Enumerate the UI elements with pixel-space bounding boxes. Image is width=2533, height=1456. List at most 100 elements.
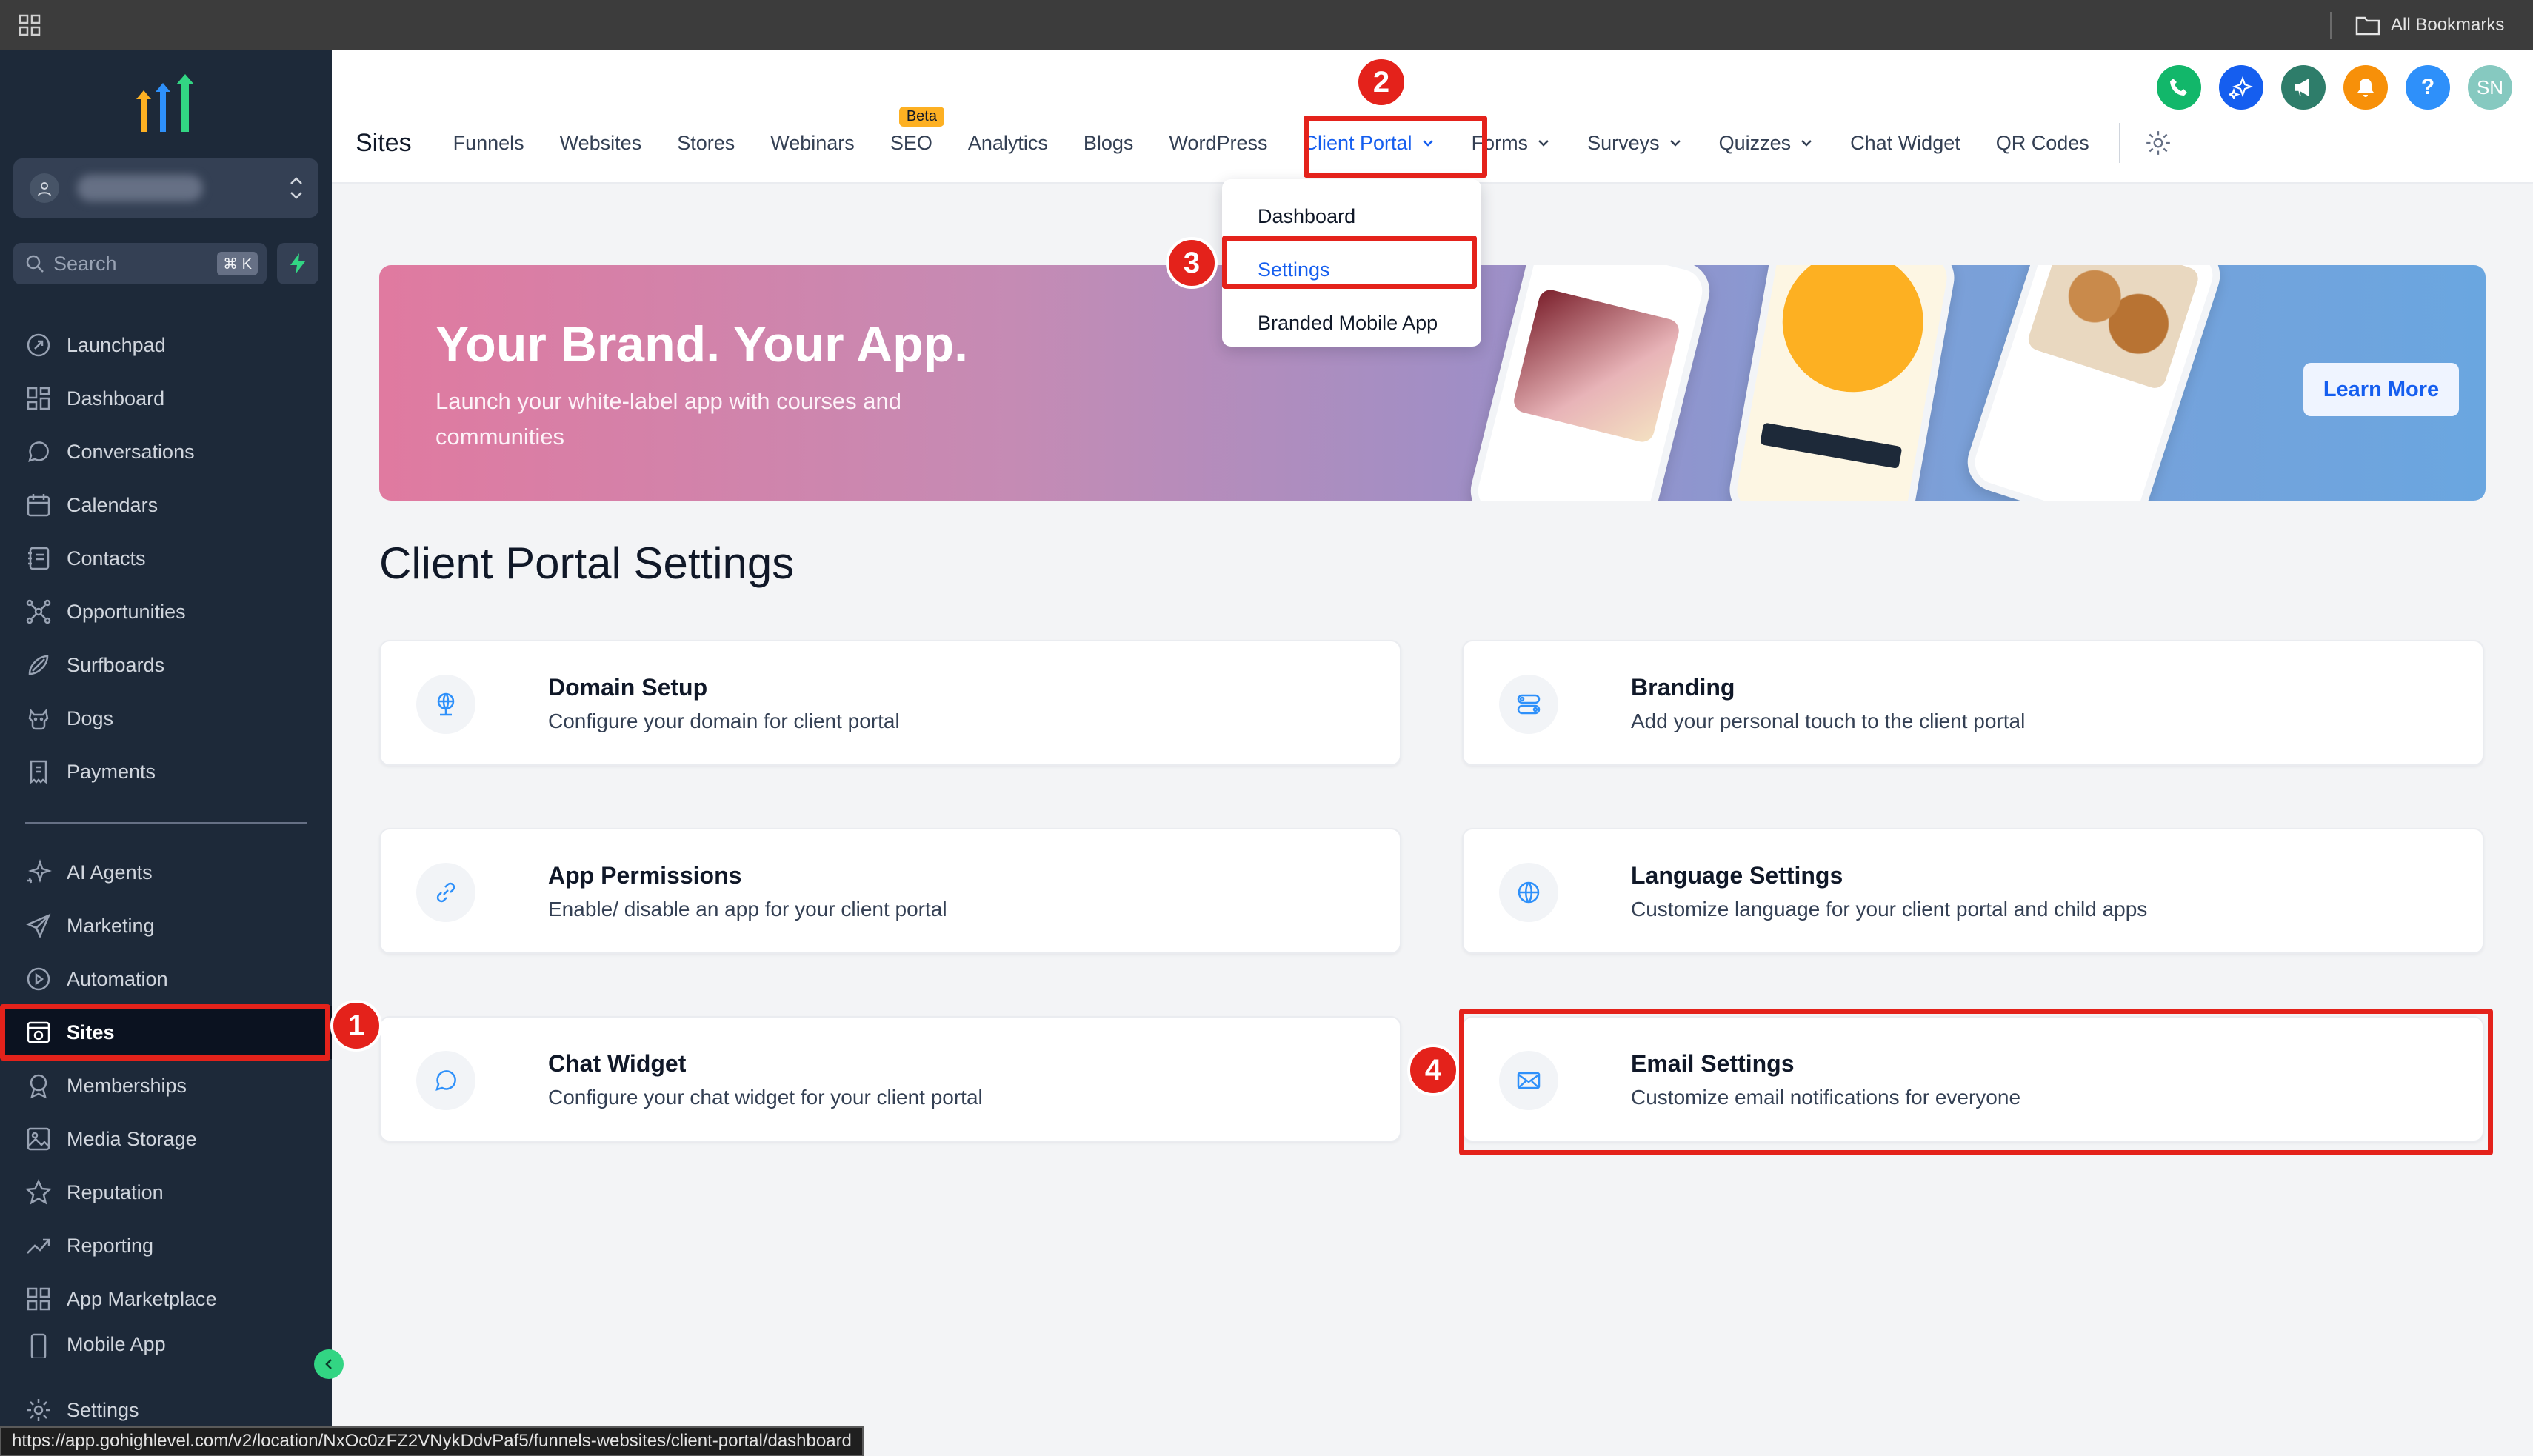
- phone-mockup-bagels: [1960, 265, 2228, 501]
- page-section-title: Sites: [356, 128, 412, 157]
- tab-websites[interactable]: Websites: [560, 132, 642, 155]
- step-badge-4: 4: [1407, 1044, 1459, 1096]
- tab-blogs[interactable]: Blogs: [1084, 132, 1134, 155]
- all-bookmarks-button[interactable]: All Bookmarks: [2355, 10, 2504, 40]
- sidebar-item-label: Contacts: [67, 547, 146, 570]
- send-icon: [25, 913, 51, 939]
- grid-icon: [27, 387, 50, 410]
- sidebar-item-dogs[interactable]: Dogs: [0, 692, 332, 745]
- card-chat-widget[interactable]: Chat Widget Configure your chat widget f…: [379, 1016, 1401, 1142]
- folder-icon: [2355, 16, 2380, 36]
- user-avatar[interactable]: SN: [2468, 65, 2512, 110]
- card-description: Enable/ disable an app for your client p…: [548, 898, 947, 921]
- sidebar-item-contacts[interactable]: Contacts: [0, 532, 332, 585]
- tab-label: Quizzes: [1718, 131, 1792, 154]
- sidebar-item-launchpad[interactable]: Launchpad: [0, 318, 332, 372]
- gear-icon[interactable]: [2144, 129, 2172, 157]
- sidebar-item-label: App Marketplace: [67, 1287, 217, 1310]
- sidebar-item-opportunities[interactable]: Opportunities: [0, 585, 332, 638]
- card-title: Chat Widget: [548, 1050, 687, 1077]
- sidebar-item-surfboards[interactable]: Surfboards: [0, 638, 332, 692]
- bagel-image: [2025, 265, 2201, 391]
- step-badge-3: 3: [1166, 237, 1218, 289]
- chat-icon: [28, 441, 49, 462]
- sidebar-item-media-storage[interactable]: Media Storage: [0, 1112, 332, 1166]
- sidebar-item-ai-agents[interactable]: AI Agents: [0, 846, 332, 899]
- sidebar: Search ⌘ K Launchpad Dashboard Conversat…: [0, 50, 332, 1456]
- dog-icon: [28, 709, 49, 730]
- card-icon-wrap: [416, 675, 475, 734]
- sidebar-item-mobile-app[interactable]: Mobile App: [0, 1326, 332, 1358]
- sidebar-item-marketing[interactable]: Marketing: [0, 899, 332, 952]
- highlight-settings: [1222, 236, 1477, 289]
- sidebar-item-payments[interactable]: Payments: [0, 745, 332, 798]
- card-title: App Permissions: [548, 862, 742, 889]
- apps-grid-icon[interactable]: [18, 13, 41, 37]
- receipt-icon: [30, 760, 47, 784]
- tab-chat-widget[interactable]: Chat Widget: [1850, 132, 1960, 155]
- card-branding[interactable]: Branding Add your personal touch to the …: [1462, 640, 2484, 766]
- phone-icon: [30, 1333, 47, 1358]
- chevron-down-icon: [1538, 140, 1549, 147]
- account-switcher[interactable]: [13, 158, 318, 218]
- tab-seo[interactable]: Beta SEO: [890, 106, 944, 155]
- sidebar-item-label: Launchpad: [67, 333, 166, 356]
- all-bookmarks-label: All Bookmarks: [2391, 15, 2505, 35]
- tab-wordpress[interactable]: WordPress: [1169, 132, 1267, 155]
- card-title: Branding: [1631, 674, 1735, 701]
- card-app-permissions[interactable]: App Permissions Enable/ disable an app f…: [379, 828, 1401, 954]
- status-url: https://app.gohighlevel.com/v2/location/…: [0, 1426, 864, 1456]
- tab-funnels[interactable]: Funnels: [453, 132, 524, 155]
- card-icon-wrap: [416, 1051, 475, 1110]
- sidebar-item-label: Memberships: [67, 1074, 187, 1097]
- announcements-button[interactable]: [2281, 65, 2326, 110]
- step-badge-2: 2: [1355, 56, 1407, 108]
- card-domain-setup[interactable]: Domain Setup Configure your domain for c…: [379, 640, 1401, 766]
- tab-webinars[interactable]: Webinars: [770, 132, 855, 155]
- banner-title: Your Brand. Your App.: [435, 316, 969, 373]
- sparkle-icon: [27, 859, 52, 884]
- sidebar-item-app-marketplace[interactable]: App Marketplace: [0, 1272, 332, 1326]
- logo-icon[interactable]: [133, 74, 197, 133]
- apps-icon: [27, 1287, 50, 1311]
- sidebar-item-label: AI Agents: [67, 861, 153, 884]
- phone-button[interactable]: [2157, 65, 2201, 110]
- tab-label: SEO: [890, 131, 932, 154]
- tab-analytics[interactable]: Analytics: [968, 132, 1048, 155]
- sidebar-item-automation[interactable]: Automation: [0, 952, 332, 1006]
- sidebar-item-memberships[interactable]: Memberships: [0, 1059, 332, 1112]
- sidebar-item-reporting[interactable]: Reporting: [0, 1219, 332, 1272]
- account-name-blurred: [77, 175, 203, 201]
- card-language-settings[interactable]: Language Settings Customize language for…: [1462, 828, 2484, 954]
- sidebar-collapse-button[interactable]: [314, 1349, 344, 1379]
- tab-stores[interactable]: Stores: [677, 132, 735, 155]
- notifications-button[interactable]: [2343, 65, 2388, 110]
- card-icon-wrap: [416, 863, 475, 922]
- sidebar-item-reputation[interactable]: Reputation: [0, 1166, 332, 1219]
- card-description: Customize language for your client porta…: [1631, 898, 2148, 921]
- search-input[interactable]: Search ⌘ K: [13, 243, 267, 284]
- sidebar-item-conversations[interactable]: Conversations: [0, 425, 332, 478]
- tab-qr-codes[interactable]: QR Codes: [1996, 132, 2089, 155]
- avatar-initials: SN: [2476, 76, 2504, 98]
- link-icon: [436, 882, 455, 903]
- menu-item-branded-mobile-app[interactable]: Branded Mobile App: [1222, 296, 1481, 350]
- chat-bubble-icon: [435, 1070, 456, 1091]
- highlight-sites: [0, 1004, 330, 1061]
- sidebar-item-dashboard[interactable]: Dashboard: [0, 372, 332, 425]
- award-icon: [30, 1074, 47, 1099]
- card-icon-wrap: [1499, 863, 1558, 922]
- help-button[interactable]: ?: [2406, 65, 2450, 110]
- ai-sparkle-button[interactable]: [2219, 65, 2263, 110]
- quick-action-button[interactable]: [277, 243, 318, 284]
- tab-quizzes[interactable]: Quizzes: [1719, 132, 1815, 155]
- search-placeholder: Search: [53, 252, 117, 275]
- highlight-client-portal: [1304, 116, 1487, 178]
- bookmark-separator: [2330, 12, 2332, 39]
- sidebar-item-calendars[interactable]: Calendars: [0, 478, 332, 532]
- signin-illustration: [1771, 265, 1935, 404]
- learn-more-button[interactable]: Learn More: [2303, 363, 2459, 416]
- tab-surveys[interactable]: Surveys: [1587, 132, 1683, 155]
- tab-label: Stores: [677, 131, 735, 154]
- nav-primary: Launchpad Dashboard Conversations Calend…: [0, 318, 332, 798]
